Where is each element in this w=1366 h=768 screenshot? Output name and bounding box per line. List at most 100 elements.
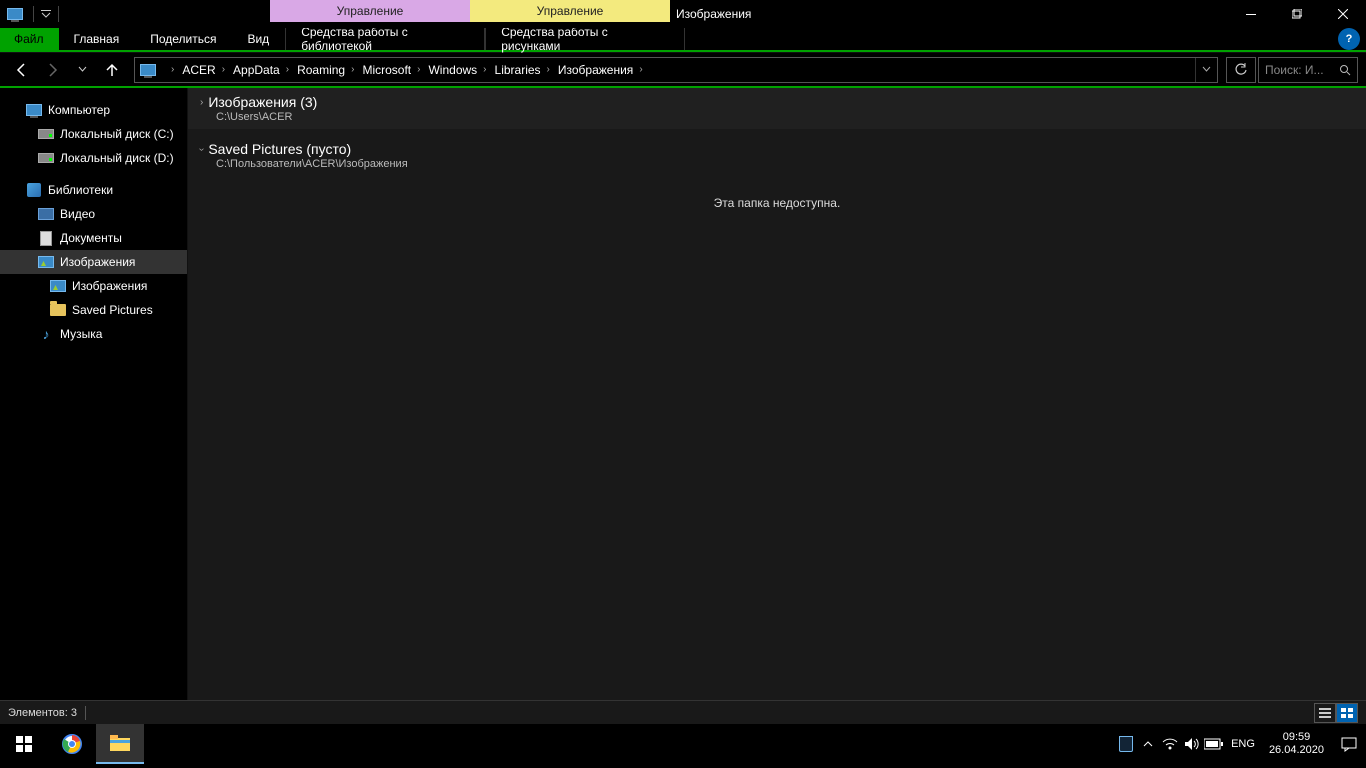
- chevron-right-icon: ›: [351, 64, 354, 75]
- navigation-bar: › ACER› AppData› Roaming› Microsoft› Win…: [0, 52, 1366, 88]
- breadcrumb-label: Изображения: [558, 63, 633, 77]
- breadcrumb-segment[interactable]: Windows ›: [422, 58, 488, 82]
- tree-node-drive-d[interactable]: Локальный диск (D:): [0, 146, 187, 170]
- tray-time: 09:59: [1269, 731, 1324, 744]
- status-item-count: Элементов: 3: [8, 707, 77, 719]
- navigation-pane: Компьютер Локальный диск (C:) Локальный …: [0, 88, 188, 700]
- search-box[interactable]: Поиск: И...: [1258, 57, 1358, 83]
- breadcrumb-segment[interactable]: Microsoft›: [356, 58, 422, 82]
- view-details-button[interactable]: [1314, 703, 1336, 723]
- contextual-tabs: Управление Управление: [270, 0, 670, 22]
- tray-volume-icon[interactable]: [1181, 724, 1203, 764]
- tree-node-pictures[interactable]: Изображения: [0, 250, 187, 274]
- tab-home[interactable]: Главная: [59, 28, 136, 50]
- tray-date: 26.04.2020: [1269, 744, 1324, 757]
- app-icon: [6, 5, 24, 23]
- tab-picture-tools[interactable]: Средства работы с рисунками: [485, 28, 685, 50]
- tab-file[interactable]: Файл: [0, 28, 59, 50]
- tree-node-pictures-sub[interactable]: Изображения: [0, 274, 187, 298]
- address-bar[interactable]: › ACER› AppData› Roaming› Microsoft› Win…: [134, 57, 1218, 83]
- taskbar-chrome-button[interactable]: [48, 724, 96, 764]
- nav-recent-dropdown[interactable]: [68, 56, 96, 84]
- tray-language[interactable]: ENG: [1225, 738, 1261, 750]
- tree-node-drive-c[interactable]: Локальный диск (C:): [0, 122, 187, 146]
- folder-unavailable-text: Эта папка недоступна.: [714, 196, 841, 210]
- content-pane: ›Изображения (3) C:\Users\ACER ›Saved Pi…: [188, 88, 1366, 700]
- group-body-empty: Эта папка недоступна.: [188, 176, 1366, 230]
- tray-overflow-button[interactable]: [1137, 724, 1159, 764]
- nav-up-button[interactable]: [98, 56, 126, 84]
- chevron-down-icon: ›: [196, 147, 207, 150]
- tree-label: Локальный диск (D:): [60, 151, 174, 165]
- breadcrumb-segment[interactable]: Libraries ›: [489, 58, 552, 82]
- help-button[interactable]: ?: [1338, 28, 1360, 50]
- chevron-right-icon: ›: [222, 64, 225, 75]
- tree-node-music[interactable]: ♪Музыка: [0, 322, 187, 346]
- libraries-icon: [26, 182, 42, 198]
- refresh-button[interactable]: [1226, 57, 1256, 83]
- titlebar: Управление Управление Изображения: [0, 0, 1366, 28]
- video-icon: [38, 206, 54, 222]
- breadcrumb-label: AppData: [233, 63, 280, 77]
- nav-back-button[interactable]: [8, 56, 36, 84]
- tray-recycle-icon[interactable]: [1115, 724, 1137, 764]
- nav-forward-button[interactable]: [38, 56, 66, 84]
- window-title: Изображения: [676, 0, 751, 28]
- tree-node-computer[interactable]: Компьютер: [0, 98, 187, 122]
- group-header[interactable]: ›Изображения (3) C:\Users\ACER: [188, 88, 1366, 129]
- search-placeholder: Поиск: И...: [1265, 63, 1324, 77]
- ribbon-tabs: Файл Главная Поделиться Вид Средства раб…: [0, 28, 1366, 52]
- breadcrumb-segment[interactable]: ›: [159, 58, 176, 82]
- context-label-library: Управление: [270, 0, 470, 22]
- group-header[interactable]: ›Saved Pictures (пусто) C:\Пользователи\…: [188, 135, 1366, 176]
- tray-action-center-icon[interactable]: [1332, 724, 1366, 764]
- minimize-button[interactable]: [1228, 0, 1274, 28]
- start-button[interactable]: [0, 724, 48, 764]
- pictures-icon: [38, 254, 54, 270]
- address-dropdown-button[interactable]: [1195, 58, 1217, 82]
- tray-battery-icon[interactable]: [1203, 724, 1225, 764]
- group-pictures: ›Изображения (3) C:\Users\ACER: [188, 88, 1366, 129]
- tree-node-saved-pictures[interactable]: Saved Pictures: [0, 298, 187, 322]
- close-button[interactable]: [1320, 0, 1366, 28]
- tree-label: Библиотеки: [48, 183, 113, 197]
- tree-node-video[interactable]: Видео: [0, 202, 187, 226]
- chevron-right-icon: ›: [547, 64, 550, 75]
- breadcrumb-segment[interactable]: Изображения›: [552, 58, 645, 82]
- chevron-right-icon: ›: [483, 64, 486, 75]
- tab-library-tools[interactable]: Средства работы с библиотекой: [285, 28, 485, 50]
- tree-label: Документы: [60, 231, 122, 245]
- taskbar-explorer-button[interactable]: [96, 724, 144, 764]
- view-thumbnails-button[interactable]: [1336, 703, 1358, 723]
- breadcrumb-segment[interactable]: ACER›: [176, 58, 227, 82]
- address-tail: [1195, 58, 1217, 82]
- search-icon: [1339, 64, 1351, 76]
- pictures-icon: [50, 278, 66, 294]
- folder-icon: [50, 302, 66, 318]
- tree-node-libraries[interactable]: Библиотеки: [0, 178, 187, 202]
- folder-tree: Компьютер Локальный диск (C:) Локальный …: [0, 88, 187, 346]
- tree-label: Видео: [60, 207, 95, 221]
- breadcrumb-segment[interactable]: AppData›: [227, 58, 291, 82]
- tab-share[interactable]: Поделиться: [135, 28, 232, 50]
- drive-icon: [38, 126, 54, 142]
- chevron-right-icon: ›: [200, 97, 203, 108]
- quick-access-toolbar: [30, 0, 62, 28]
- qat-customize-icon[interactable]: [37, 0, 55, 28]
- tray-wifi-icon[interactable]: [1159, 724, 1181, 764]
- breadcrumb-label: Libraries: [495, 63, 541, 77]
- group-title: Saved Pictures (пусто): [208, 141, 351, 157]
- tab-view[interactable]: Вид: [232, 28, 285, 50]
- tree-label: Музыка: [60, 327, 102, 341]
- tree-node-documents[interactable]: Документы: [0, 226, 187, 250]
- maximize-button[interactable]: [1274, 0, 1320, 28]
- breadcrumb-segment[interactable]: Roaming›: [291, 58, 356, 82]
- tray-clock[interactable]: 09:59 26.04.2020: [1261, 731, 1332, 757]
- drive-icon: [38, 150, 54, 166]
- tree-label: Saved Pictures: [72, 303, 153, 317]
- tree-label: Компьютер: [48, 103, 110, 117]
- window-controls: [1228, 0, 1366, 28]
- view-switcher: [1314, 703, 1358, 723]
- group-subtitle: C:\Users\ACER: [216, 111, 1356, 123]
- breadcrumb-label: Windows: [428, 63, 477, 77]
